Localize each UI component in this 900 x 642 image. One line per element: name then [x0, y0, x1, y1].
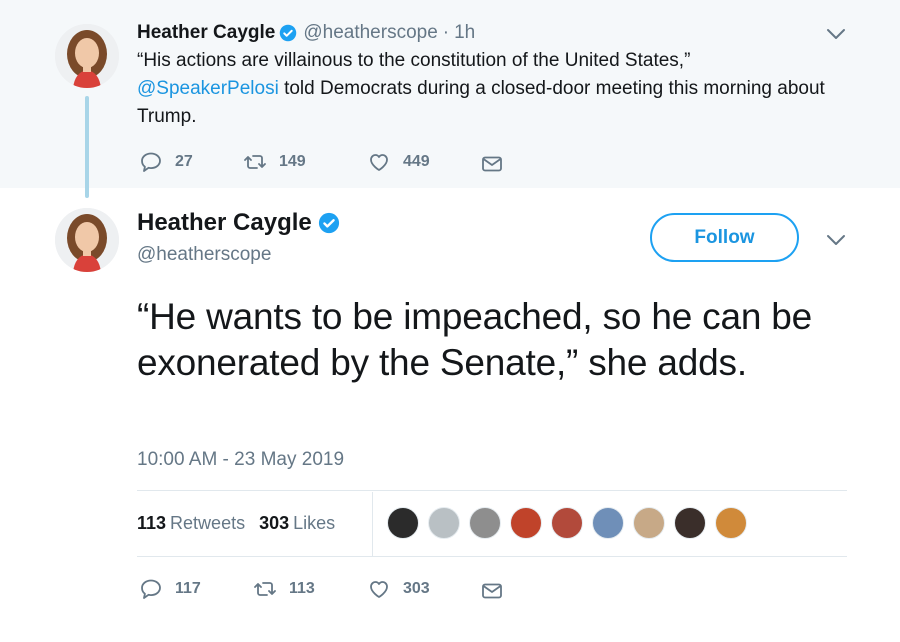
avatar-image [55, 24, 119, 88]
retweet-count: 113 [289, 580, 315, 597]
reply-count: 27 [175, 153, 193, 170]
separator-dot: · [442, 22, 450, 43]
avatar[interactable] [55, 24, 119, 88]
retweets-stat-label: Retweets [170, 513, 246, 533]
retweet-button[interactable]: 149 [243, 149, 306, 175]
tweet-timestamp[interactable]: 10:00 AM - 23 May 2019 [137, 448, 344, 472]
tweet-text-part: “His actions are villainous to the const… [137, 50, 691, 71]
liker-avatar[interactable] [592, 507, 624, 539]
retweet-count: 149 [279, 153, 306, 170]
tweet-time[interactable]: 1h [454, 22, 475, 44]
retweet-icon [253, 577, 277, 601]
likes-stat-label: Likes [293, 513, 336, 533]
chevron-down-icon[interactable] [825, 27, 847, 41]
verified-badge-icon [279, 24, 297, 42]
likes-stat[interactable]: 303 Likes [259, 512, 335, 534]
chevron-down-icon[interactable] [825, 233, 847, 247]
reply-count: 117 [175, 580, 201, 597]
liker-avatar[interactable] [510, 507, 542, 539]
liker-avatar[interactable] [551, 507, 583, 539]
direct-message-button[interactable] [480, 151, 504, 177]
direct-message-button[interactable] [480, 578, 504, 604]
liker-avatar[interactable] [674, 507, 706, 539]
retweet-icon [243, 150, 267, 174]
main-tweet-author: Heather Caygle [137, 209, 340, 237]
divider [137, 490, 847, 491]
liker-avatar[interactable] [387, 507, 419, 539]
parent-tweet-text: “His actions are villainous to the const… [137, 47, 837, 131]
divider [137, 556, 847, 557]
thread-connector-line [85, 96, 89, 198]
like-button[interactable]: 449 [367, 149, 430, 175]
author-handle[interactable]: @heatherscope [137, 243, 271, 267]
author-handle[interactable]: @heatherscope [303, 22, 437, 44]
follow-button[interactable]: Follow [650, 213, 799, 262]
liker-avatar[interactable] [469, 507, 501, 539]
like-count: 303 [403, 580, 430, 597]
retweets-stat-count: 113 [137, 513, 167, 533]
liker-avatar[interactable] [715, 507, 747, 539]
author-name[interactable]: Heather Caygle [137, 209, 312, 237]
parent-tweet-header: Heather Caygle @heatherscope · 1h [137, 22, 475, 44]
envelope-icon [480, 152, 504, 176]
retweets-stat[interactable]: 113 Retweets [137, 512, 245, 534]
liker-avatar[interactable] [633, 507, 665, 539]
tweet-stats: 113 Retweets 303 Likes [137, 512, 349, 534]
avatar-image [55, 208, 119, 272]
heart-icon [367, 150, 391, 174]
divider [372, 492, 373, 556]
likes-stat-count: 303 [259, 513, 290, 533]
retweet-button[interactable]: 113 [253, 576, 315, 602]
author-name[interactable]: Heather Caygle [137, 22, 275, 44]
verified-badge-icon [318, 212, 340, 234]
main-tweet-text: “He wants to be impeached, so he can be … [137, 296, 813, 383]
avatar[interactable] [55, 208, 119, 272]
reply-button[interactable]: 27 [139, 149, 193, 175]
liker-avatar[interactable] [428, 507, 460, 539]
heart-icon [367, 577, 391, 601]
reply-icon [139, 150, 163, 174]
reply-button[interactable]: 117 [139, 576, 201, 602]
envelope-icon [480, 579, 504, 603]
like-button[interactable]: 303 [367, 576, 430, 602]
liker-avatars [387, 507, 756, 539]
like-count: 449 [403, 153, 430, 170]
reply-icon [139, 577, 163, 601]
mention-link[interactable]: @SpeakerPelosi [137, 78, 279, 99]
